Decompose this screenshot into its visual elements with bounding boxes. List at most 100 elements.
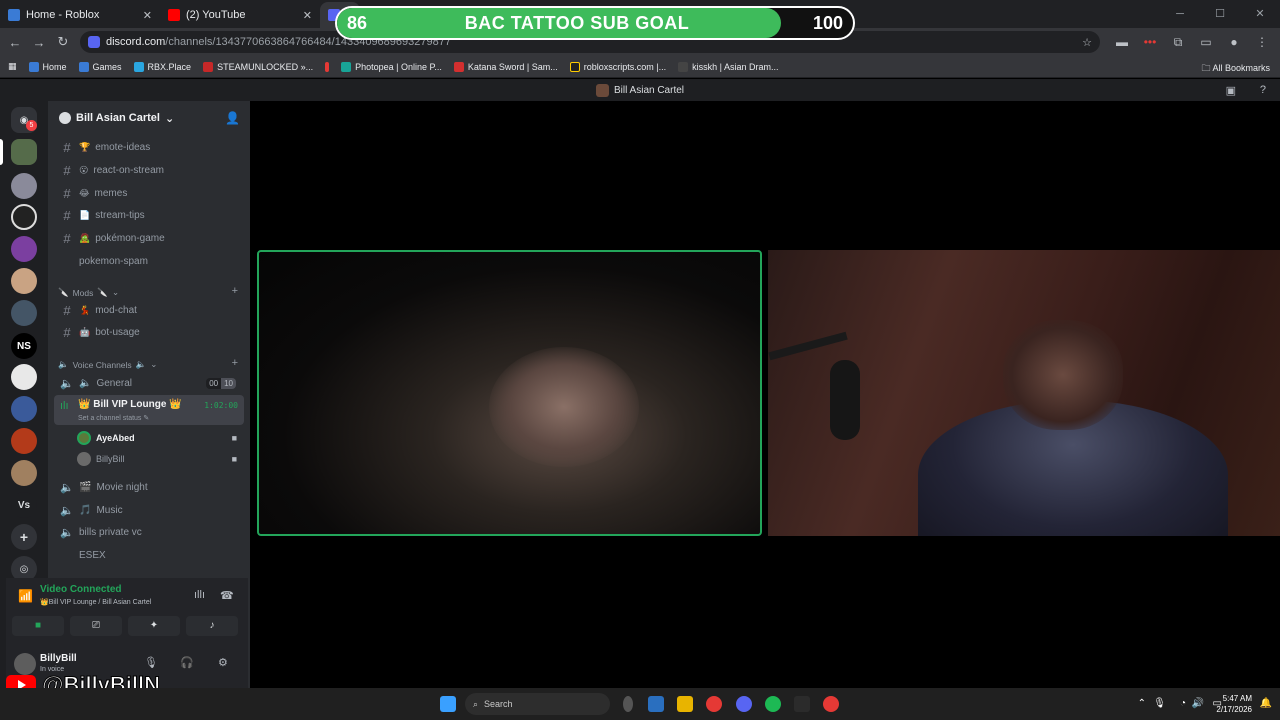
forward-icon[interactable]: → bbox=[27, 35, 51, 50]
server-icon[interactable] bbox=[11, 364, 37, 390]
app-icon[interactable] bbox=[648, 696, 664, 712]
bookmark-item[interactable]: kisskh | Asian Dram... bbox=[672, 61, 784, 72]
chevron-up-icon[interactable]: ⌃ bbox=[1138, 698, 1146, 709]
disconnect-icon[interactable]: ☎ bbox=[220, 589, 234, 602]
microphone-icon[interactable]: 🎙 bbox=[144, 656, 158, 669]
maximize-icon[interactable]: ☐ bbox=[1200, 0, 1240, 28]
server-icon[interactable] bbox=[11, 396, 37, 422]
video-tile-billybill[interactable] bbox=[768, 250, 1280, 536]
add-server-icon[interactable]: + bbox=[11, 524, 37, 550]
tab-title: (2) YouTube bbox=[186, 9, 246, 21]
screen-share-button[interactable]: ⎚ bbox=[70, 616, 122, 636]
tab-roblox[interactable]: Home - Roblox ✕ bbox=[0, 2, 160, 28]
reload-icon[interactable]: ↻ bbox=[51, 34, 75, 50]
youtube-favicon-icon bbox=[168, 9, 180, 21]
inbox-icon[interactable]: ▣ bbox=[1226, 84, 1236, 97]
server-icon[interactable] bbox=[11, 428, 37, 454]
opera-icon[interactable] bbox=[823, 696, 839, 712]
channel-emote-ideas[interactable]: # 🏆 emote-ideas bbox=[54, 137, 244, 158]
microphone-icon[interactable]: 🎙 bbox=[1153, 698, 1166, 709]
file-explorer-icon[interactable] bbox=[677, 696, 693, 712]
taskbar-search[interactable]: ⌕ Search bbox=[465, 693, 610, 715]
server-icon[interactable] bbox=[11, 268, 37, 294]
extensions-puzzle-icon[interactable]: ⧉ bbox=[1166, 35, 1190, 50]
bookmark-item[interactable]: RBX.Place bbox=[128, 61, 198, 72]
profile-avatar-icon[interactable]: ● bbox=[1222, 35, 1246, 49]
server-icon[interactable] bbox=[11, 204, 37, 230]
channel-pokemon-spam[interactable]: #pokemon-spam bbox=[54, 251, 244, 272]
voice-channel-bill-vip-lounge[interactable]: ılı 👑 Bill VIP Lounge 👑 Set a channel st… bbox=[54, 395, 244, 425]
channel-stream-tips[interactable]: # 📄 stream-tips bbox=[54, 205, 244, 226]
bookmark-item[interactable] bbox=[319, 61, 335, 72]
voice-channel-bills-private-vc[interactable]: 🔈 bills private vc bbox=[54, 523, 244, 541]
video-tile-ayeabed[interactable] bbox=[257, 250, 762, 536]
camera-button[interactable]: ■ bbox=[12, 616, 64, 636]
server-header[interactable]: Bill Asian Cartel ⌄ 👤 bbox=[48, 101, 250, 135]
noise-suppression-icon[interactable]: ıllı bbox=[194, 589, 205, 601]
channel-memes[interactable]: # 😂 memes bbox=[54, 183, 244, 204]
wifi-icon[interactable]: ◔ bbox=[1180, 698, 1186, 709]
close-tab-icon[interactable]: ✕ bbox=[143, 9, 152, 22]
channel-mod-chat[interactable]: # 💃 mod-chat bbox=[54, 300, 244, 321]
channel-react-on-stream[interactable]: # 😮 react-on-stream bbox=[54, 160, 244, 181]
app-icon[interactable] bbox=[794, 696, 810, 712]
bookmark-item[interactable]: Katana Sword | Sam... bbox=[448, 61, 564, 72]
server-boost-icon bbox=[59, 112, 71, 124]
server-icon[interactable] bbox=[11, 173, 37, 199]
settings-gear-icon[interactable]: ⚙ bbox=[218, 656, 228, 669]
bookmark-item[interactable]: robloxscripts.com |... bbox=[564, 61, 672, 72]
apps-grid-icon[interactable]: ▦ bbox=[0, 61, 23, 72]
spotify-icon[interactable] bbox=[765, 696, 781, 712]
close-tab-icon[interactable]: ✕ bbox=[303, 9, 312, 22]
notifications-bell-icon[interactable]: 🔔 bbox=[1260, 698, 1272, 709]
channel-pokemon-game[interactable]: # 🧟 pokémon-game bbox=[54, 228, 244, 249]
server-icon[interactable] bbox=[11, 460, 37, 486]
invite-people-icon[interactable]: 👤 bbox=[225, 111, 240, 125]
activities-button[interactable]: ✦ bbox=[128, 616, 180, 636]
voice-user-ayeabed[interactable]: AyeAbed ■ bbox=[77, 428, 239, 448]
bookmark-item[interactable]: Photopea | Online P... bbox=[335, 61, 448, 72]
headphones-icon[interactable]: 🎧 bbox=[180, 656, 194, 669]
add-channel-icon[interactable]: + bbox=[232, 357, 238, 369]
category-voice-channels[interactable]: 🔈 Voice Channels 🔈 ⌄ bbox=[58, 359, 157, 370]
voice-channel-general[interactable]: 🔈 🔈 General 00 10 bbox=[54, 374, 244, 392]
extension-icon[interactable]: ▬ bbox=[1110, 35, 1134, 49]
server-icon-bill-asian-cartel[interactable] bbox=[11, 139, 37, 165]
bookmark-item[interactable]: STEAMUNLOCKED »... bbox=[197, 61, 319, 72]
taskbar-clock[interactable]: 5:47 AM 2/17/2026 bbox=[1216, 693, 1252, 715]
bookmark-item[interactable]: Home bbox=[23, 61, 73, 72]
server-icon-vs[interactable]: Vs bbox=[11, 492, 37, 518]
site-info-icon[interactable] bbox=[88, 36, 100, 48]
voice-channel-esex[interactable]: 🔈ESEX bbox=[54, 546, 244, 564]
tab-youtube[interactable]: (2) YouTube ✕ bbox=[160, 2, 320, 28]
category-mods[interactable]: 🔪 Mods 🔪 ⌄ bbox=[58, 287, 119, 298]
speaker-icon: 🔈 bbox=[60, 377, 74, 390]
help-icon[interactable]: ? bbox=[1260, 84, 1266, 96]
kisskh-icon bbox=[678, 61, 689, 72]
voice-channel-music[interactable]: 🔈 🎵 Music bbox=[54, 501, 244, 519]
extension-icon[interactable]: ••• bbox=[1138, 35, 1162, 49]
server-icon[interactable] bbox=[11, 300, 37, 326]
chrome-icon[interactable] bbox=[706, 696, 722, 712]
add-channel-icon[interactable]: + bbox=[232, 285, 238, 297]
bookmark-star-icon[interactable]: ☆ bbox=[1082, 36, 1092, 49]
discord-icon[interactable] bbox=[736, 696, 752, 712]
close-window-icon[interactable]: ✕ bbox=[1240, 0, 1280, 28]
voice-channel-movie-night[interactable]: 🔈 🎬 Movie night bbox=[54, 478, 244, 496]
mouse-icon[interactable] bbox=[623, 696, 633, 712]
minimize-icon[interactable]: ─ bbox=[1160, 0, 1200, 28]
back-icon[interactable]: ← bbox=[3, 35, 27, 50]
soundboard-button[interactable]: ♪ bbox=[186, 616, 238, 636]
side-panel-icon[interactable]: ▭ bbox=[1194, 35, 1218, 49]
all-bookmarks[interactable]: 🗀 All Bookmarks bbox=[1201, 61, 1270, 77]
roblox-icon bbox=[28, 61, 39, 72]
windows-start-icon[interactable] bbox=[440, 696, 456, 712]
voice-user-billybill[interactable]: BillyBill ■ bbox=[77, 449, 239, 469]
server-icon[interactable] bbox=[11, 236, 37, 262]
server-icon-ns[interactable]: NS bbox=[11, 333, 37, 359]
menu-kebab-icon[interactable]: ⋮ bbox=[1250, 35, 1274, 49]
volume-icon[interactable]: 🔊 bbox=[1192, 698, 1204, 709]
channel-status[interactable]: Set a channel status ✎ bbox=[78, 414, 149, 422]
bookmark-item[interactable]: Games bbox=[73, 61, 128, 72]
channel-bot-usage[interactable]: # 🤖 bot-usage bbox=[54, 322, 244, 343]
